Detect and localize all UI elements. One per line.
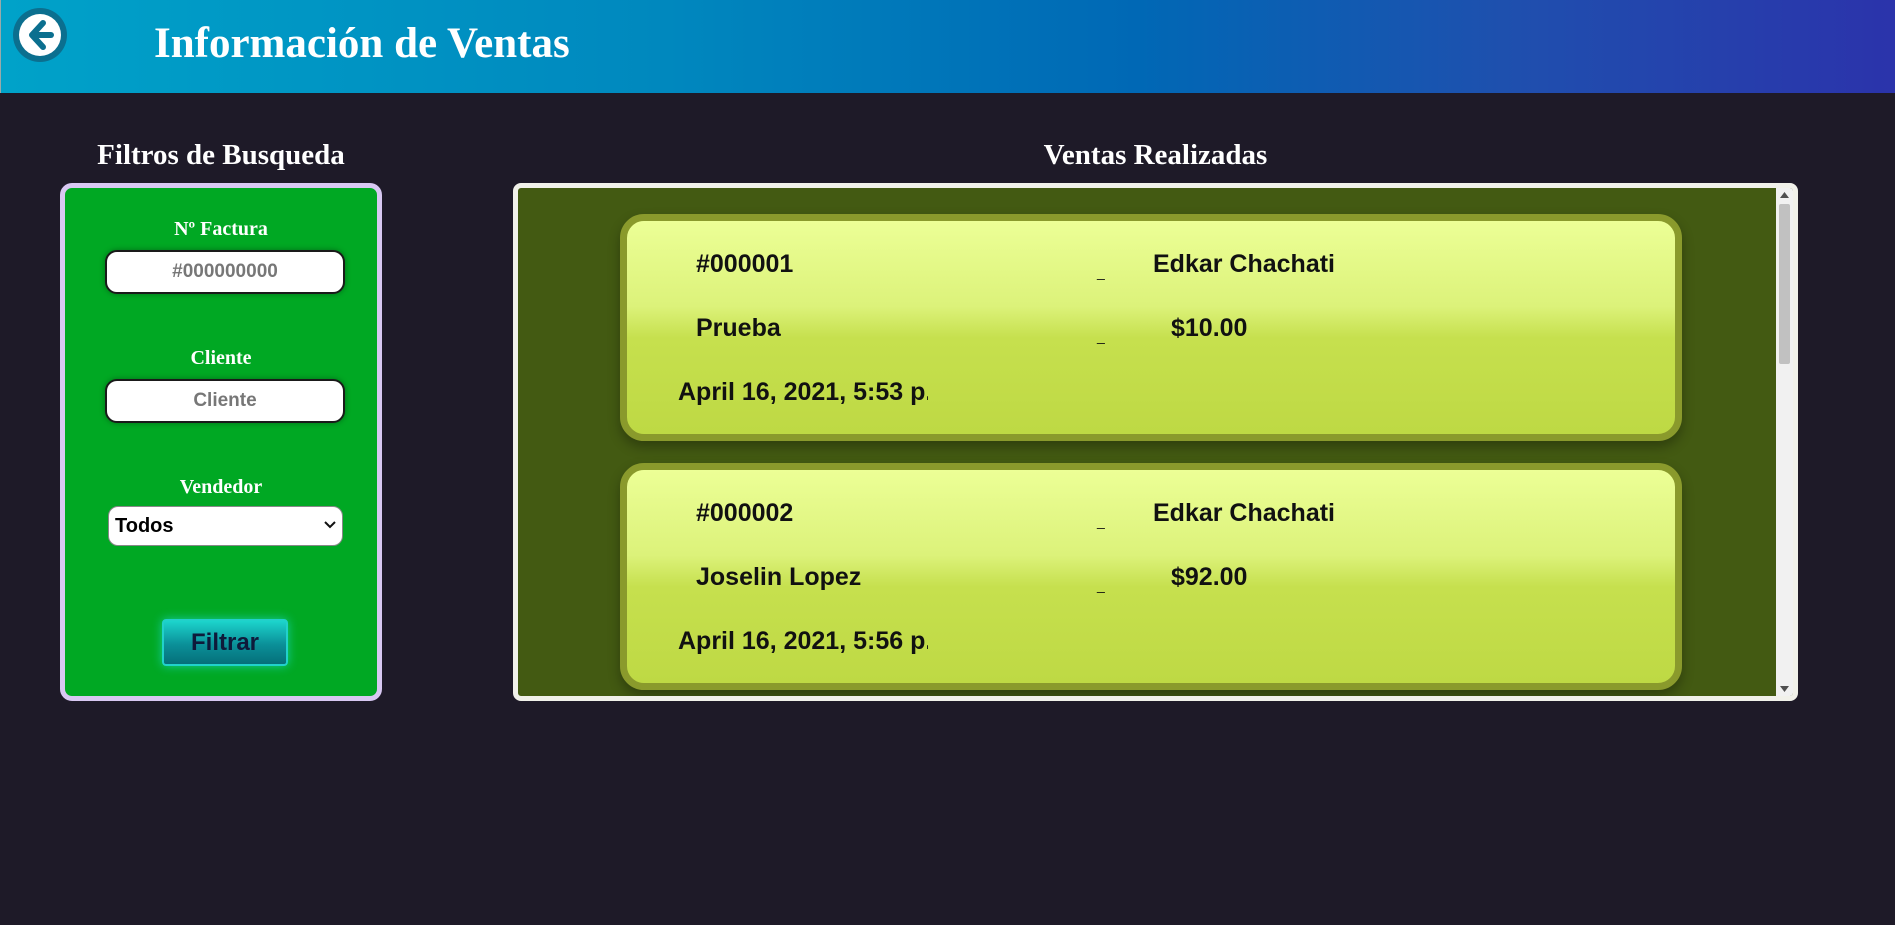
separator: _ bbox=[1097, 264, 1105, 280]
sale-date: April 16, 2021, 5:56 p.m. bbox=[678, 627, 928, 655]
sale-client: Joselin Lopez bbox=[696, 563, 862, 591]
sale-client: Prueba bbox=[696, 314, 781, 342]
separator: _ bbox=[1097, 577, 1105, 593]
sale-card[interactable]: #000002 _ Edkar Chachati Joselin Lopez _… bbox=[620, 463, 1682, 690]
sale-amount: $10.00 bbox=[1171, 314, 1248, 342]
back-button[interactable] bbox=[13, 8, 67, 62]
page-header: Información de Ventas bbox=[0, 0, 1895, 93]
client-input[interactable] bbox=[105, 379, 345, 423]
sales-list-panel: #000001 _ Edkar Chachati Prueba _ $10.00… bbox=[513, 183, 1798, 701]
scroll-down-arrow-icon[interactable] bbox=[1780, 686, 1789, 692]
sale-invoice-number: #000002 bbox=[696, 499, 794, 527]
sale-amount: $92.00 bbox=[1171, 563, 1248, 591]
sale-invoice-number: #000001 bbox=[696, 250, 794, 278]
separator: _ bbox=[1097, 513, 1105, 529]
chevron-down-icon bbox=[324, 521, 336, 529]
filter-button-label: Filtrar bbox=[190, 629, 259, 656]
seller-select[interactable]: Todos bbox=[108, 506, 343, 546]
filter-button[interactable]: Filtrar bbox=[162, 619, 288, 666]
sale-seller: Edkar Chachati bbox=[1153, 250, 1336, 278]
sale-date: April 16, 2021, 5:53 p.m. bbox=[678, 378, 928, 406]
filters-title: Filtros de Busqueda bbox=[97, 139, 345, 171]
seller-label: Vendedor bbox=[179, 476, 263, 498]
sale-seller: Edkar Chachati bbox=[1153, 499, 1336, 527]
arrow-left-icon bbox=[19, 14, 61, 56]
client-label: Cliente bbox=[190, 347, 252, 369]
sales-title: Ventas Realizadas bbox=[1043, 139, 1268, 171]
sale-card[interactable]: #000001 _ Edkar Chachati Prueba _ $10.00… bbox=[620, 214, 1682, 441]
scrollbar-thumb[interactable] bbox=[1779, 204, 1790, 364]
sales-scrollbar[interactable] bbox=[1776, 188, 1793, 696]
filters-panel: Nº Factura Cliente Vendedor Todos Filtra… bbox=[60, 183, 382, 701]
page-title: Información de Ventas bbox=[154, 20, 570, 67]
scroll-up-arrow-icon[interactable] bbox=[1780, 192, 1789, 198]
seller-select-value: Todos bbox=[115, 515, 174, 537]
invoice-label: Nº Factura bbox=[174, 218, 268, 240]
invoice-input[interactable] bbox=[105, 250, 345, 294]
separator: _ bbox=[1097, 328, 1105, 344]
